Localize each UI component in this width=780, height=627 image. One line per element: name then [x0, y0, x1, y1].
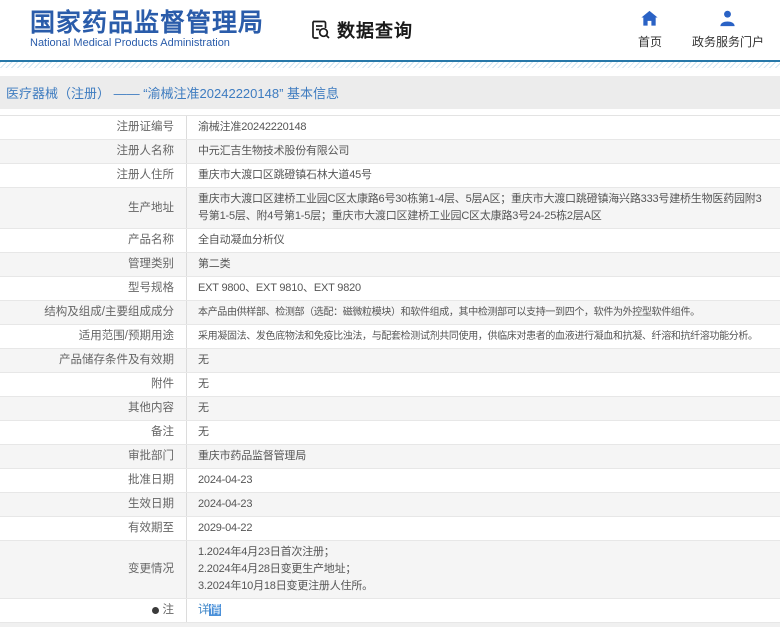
table-row: 生产地址 重庆市大渡口区建桥工业园C区太康路6号30栋第1-4层、5层A区；重庆市… — [0, 188, 780, 229]
table-row: 附件无 — [0, 373, 780, 397]
breadcrumb: 医疗器械（注册） —— “渝械注准20242220148” 基本信息 — [0, 76, 780, 109]
row-value: 全自动凝血分析仪 — [198, 234, 285, 246]
header-nav: 首页 政务服务门户 — [638, 9, 764, 50]
page-header: 国家药品监督管理局 National Medical Products Admi… — [0, 0, 780, 60]
table-row: 结构及组成/主要组成成分 本产品由供样部、检测部（选配：磁微粒模块）和软件组成，其… — [0, 301, 780, 325]
row-label: 注 — [0, 599, 187, 622]
nmpa-logo: 国家药品监督管理局 National Medical Products Admi… — [30, 10, 264, 50]
row-value: 第二类 — [198, 258, 231, 270]
row-value: 中元汇吉生物技术股份有限公司 — [198, 145, 350, 157]
table-row: 适用范围/预期用途 采用凝固法、发色底物法和免疫比浊法，与配套检测试剂共同使用，供… — [0, 325, 780, 349]
row-value: 重庆市药品监督管理局 — [198, 450, 306, 462]
table-row: 注册证编号 渝械注准20242220148 — [0, 116, 780, 140]
row-value: EXT 9800、EXT 9810、EXT 9820 — [198, 282, 361, 294]
row-label: 注册证编号 — [0, 116, 187, 139]
nav-home-label: 首页 — [637, 35, 662, 49]
nav-gov-portal[interactable]: 政务服务门户 — [692, 9, 764, 50]
row-label: 变更情况 — [0, 541, 187, 598]
row-value: 渝械注准20242220148 — [198, 121, 307, 133]
info-table: 注册证编号 渝械注准20242220148 注册人名称 中元汇吉生物技术股份有限公司注… — [0, 115, 780, 623]
table-row: 有效期至 2029-04-22 — [0, 517, 780, 541]
row-value: 无 — [198, 402, 209, 414]
row-value: 采用凝固法、发色底物法和免疫比浊法，与配套检测试剂共同使用，供临床对患者的血液进… — [198, 331, 758, 342]
row-value: 详情 — [187, 599, 780, 622]
data-query-icon — [312, 20, 330, 39]
row-label: 产品储存条件及有效期 — [0, 349, 187, 372]
row-label: 注册人名称 — [0, 140, 187, 163]
table-row: 产品储存条件及有效期无 — [0, 349, 780, 373]
home-icon — [641, 10, 659, 26]
logo-subtitle: National Medical Products Administration — [30, 37, 230, 50]
row-value: 本产品由供样部、检测部（选配：磁微粒模块）和软件组成，其中检测部可以支持一到四个… — [198, 307, 700, 318]
logo-title: 国家药品监督管理局 — [30, 9, 265, 38]
row-label: 备注 — [0, 421, 187, 444]
row-label: 其他内容 — [0, 397, 187, 420]
table-row: 注册人名称 中元汇吉生物技术股份有限公司 — [0, 140, 780, 164]
row-label: 生产地址 — [0, 188, 187, 228]
row-value: 2024-04-23 — [198, 474, 253, 486]
page-footer-strip — [0, 623, 780, 627]
row-value: 2029-04-22 — [198, 522, 253, 534]
row-label: 适用范围/预期用途 — [0, 325, 187, 348]
row-value: 1.2024年4月23日首次注册； 2.2024年4月28日变更生产地址； 3.20… — [198, 546, 373, 592]
row-label: 有效期至 — [0, 517, 187, 540]
row-value: 无 — [198, 378, 209, 390]
table-row: 产品名称 全自动凝血分析仪 — [0, 229, 780, 253]
row-label: 产品名称 — [0, 229, 187, 252]
user-icon — [720, 10, 736, 27]
nav-gov-portal-label: 政务服务门户 — [691, 35, 764, 49]
row-label: 型号规格 — [0, 277, 187, 300]
table-row: 管理类别 第二类 — [0, 253, 780, 277]
table-row: 审批部门 重庆市药品监督管理局 — [0, 445, 780, 469]
breadcrumb-text: 医疗器械（注册） —— “渝械注准20242220148” 基本信息 — [6, 86, 340, 101]
note-dot-icon — [151, 607, 159, 614]
row-value: 重庆市大渡口区建桥工业园C区太康路6号30栋第1-4层、5层A区；重庆市大渡口跳… — [198, 193, 762, 222]
table-row: 注册人住所 重庆市大渡口区跳磴镇石林大道45号 — [0, 164, 780, 188]
row-value: 无 — [198, 354, 209, 366]
table-row: 生效日期 2024-04-23 — [0, 493, 780, 517]
table-row: 其他内容无 — [0, 397, 780, 421]
section-title: 数据查询 — [337, 21, 414, 41]
table-row: 注详情 — [0, 599, 780, 623]
row-value: 无 — [198, 426, 209, 438]
row-label: 生效日期 — [0, 493, 187, 516]
table-row: 变更情况 1.2024年4月23日首次注册； 2.2024年4月28日变更生产地址；… — [0, 541, 780, 599]
table-row: 型号规格 EXT 9800、EXT 9810、EXT 9820 — [0, 277, 780, 301]
row-label: 附件 — [0, 373, 187, 396]
spacer — [0, 68, 780, 76]
data-query-section: 数据查询 — [308, 17, 413, 43]
row-label: 批准日期 — [0, 469, 187, 492]
detail-link[interactable]: 详情 — [198, 602, 772, 619]
row-value: 重庆市大渡口区跳磴镇石林大道45号 — [198, 169, 372, 181]
row-label: 结构及组成/主要组成成分 — [0, 301, 187, 324]
row-value: 2024-04-23 — [198, 498, 253, 510]
row-label: 管理类别 — [0, 253, 187, 276]
table-row: 批准日期 2024-04-23 — [0, 469, 780, 493]
row-label: 审批部门 — [0, 445, 187, 468]
nav-home[interactable]: 首页 — [638, 9, 662, 50]
table-row: 备注无 — [0, 421, 780, 445]
row-label: 注册人住所 — [0, 164, 187, 187]
